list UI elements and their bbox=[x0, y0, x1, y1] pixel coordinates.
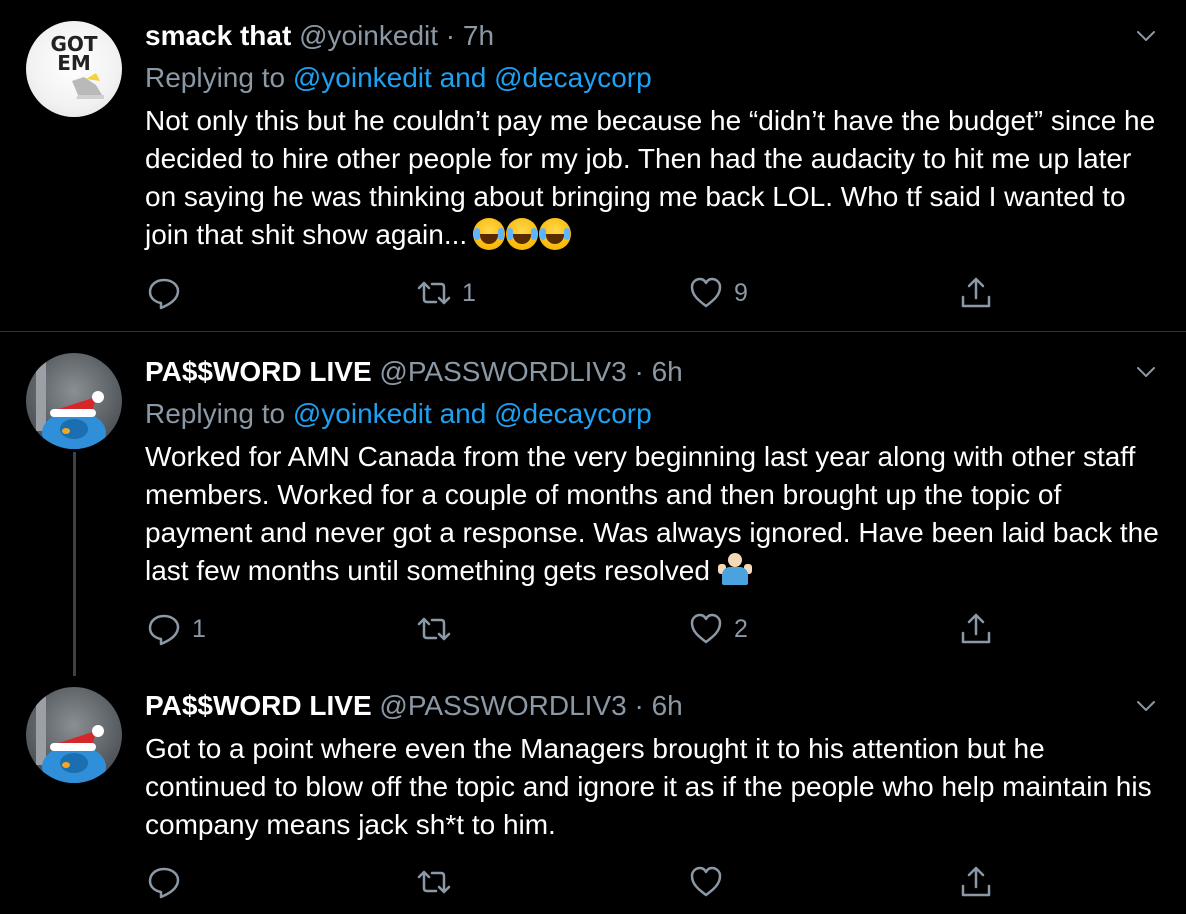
penguin-santa-hat-image bbox=[36, 361, 106, 449]
tweet-text-content: Got to a point where even the Managers b… bbox=[145, 733, 1152, 840]
user-handle[interactable]: @PASSWORDLIV3 bbox=[379, 356, 626, 387]
mention-link[interactable]: @yoinkedit bbox=[293, 62, 432, 93]
like-button[interactable] bbox=[688, 862, 734, 902]
mention-and: and bbox=[439, 62, 487, 93]
replying-to: Replying to @yoinkedit and @decaycorp bbox=[145, 60, 652, 96]
separator-dot: · bbox=[634, 356, 644, 387]
replying-prefix: Replying to bbox=[145, 62, 286, 93]
like-button[interactable]: 2 bbox=[688, 609, 748, 649]
share-icon bbox=[961, 277, 991, 308]
share-button[interactable] bbox=[958, 609, 994, 649]
avatar[interactable] bbox=[26, 687, 122, 783]
tweet-text: Not only this but he couldn’t pay me bec… bbox=[145, 102, 1165, 260]
reply-bubble-icon bbox=[148, 867, 180, 899]
timestamp[interactable]: 6h bbox=[652, 356, 683, 387]
heart-icon bbox=[690, 613, 722, 644]
mention-and: and bbox=[439, 398, 487, 429]
timestamp[interactable]: 6h bbox=[652, 690, 683, 721]
retweet-button[interactable]: 1 bbox=[416, 273, 476, 313]
avatar[interactable]: GOT EM bbox=[26, 21, 122, 117]
chevron-down-icon[interactable] bbox=[1134, 694, 1158, 718]
laughing-emoji-icon bbox=[473, 218, 572, 260]
tweet-text: Got to a point where even the Managers b… bbox=[145, 730, 1165, 844]
mention-link[interactable]: @yoinkedit bbox=[293, 398, 432, 429]
user-handle[interactable]: @PASSWORDLIV3 bbox=[379, 690, 626, 721]
replying-to: Replying to @yoinkedit and @decaycorp bbox=[145, 396, 652, 432]
reply-button[interactable] bbox=[146, 862, 192, 902]
avatar[interactable] bbox=[26, 353, 122, 449]
reply-bubble-icon bbox=[148, 614, 180, 646]
share-icon bbox=[961, 866, 991, 897]
tweet-text: Worked for AMN Canada from the very begi… bbox=[145, 438, 1165, 590]
like-count: 2 bbox=[734, 614, 748, 643]
retweet-icon bbox=[417, 281, 451, 305]
reply-bubble-icon bbox=[148, 278, 180, 310]
tweet-header: PA$$WORD LIVE @PASSWORDLIV3 · 6h bbox=[145, 354, 683, 390]
heart-icon bbox=[690, 866, 722, 897]
tweet[interactable]: GOT EM smack that @yoinkedit · 7h Replyi… bbox=[0, 0, 1186, 331]
share-button[interactable] bbox=[958, 862, 994, 902]
display-name[interactable]: smack that bbox=[145, 20, 291, 51]
retweet-icon bbox=[417, 870, 451, 894]
like-button[interactable]: 9 bbox=[688, 273, 748, 313]
tweet-header: PA$$WORD LIVE @PASSWORDLIV3 · 6h bbox=[145, 688, 683, 724]
reply-button[interactable]: 1 bbox=[146, 609, 206, 649]
share-icon bbox=[961, 613, 991, 644]
tweet-actions: 1 9 bbox=[0, 273, 1186, 313]
tweet-actions bbox=[0, 862, 1186, 902]
retweet-button[interactable] bbox=[416, 609, 462, 649]
heart-icon bbox=[690, 277, 722, 308]
mention-link[interactable]: @decaycorp bbox=[494, 62, 652, 93]
penguin-santa-hat-image bbox=[36, 695, 106, 783]
tweet-text-content: Not only this but he couldn’t pay me bec… bbox=[145, 105, 1156, 250]
chevron-down-icon[interactable] bbox=[1134, 24, 1158, 48]
tweet-actions: 1 2 bbox=[0, 609, 1186, 649]
tweet-thread: GOT EM smack that @yoinkedit · 7h Replyi… bbox=[0, 0, 1186, 914]
shrug-emoji-icon bbox=[717, 552, 752, 586]
separator-dot: · bbox=[634, 690, 644, 721]
mention-link[interactable]: @decaycorp bbox=[494, 398, 652, 429]
reply-count: 1 bbox=[192, 614, 206, 643]
replying-prefix: Replying to bbox=[145, 398, 286, 429]
tweet[interactable]: PA$$WORD LIVE @PASSWORDLIV3 · 6h Replyin… bbox=[0, 332, 1186, 676]
sneaker-image bbox=[72, 73, 104, 99]
tweet-header: smack that @yoinkedit · 7h bbox=[145, 18, 494, 54]
timestamp[interactable]: 7h bbox=[463, 20, 494, 51]
chevron-down-icon[interactable] bbox=[1134, 360, 1158, 384]
tweet[interactable]: PA$$WORD LIVE @PASSWORDLIV3 · 6h Got to … bbox=[0, 666, 1186, 914]
retweet-button[interactable] bbox=[416, 862, 462, 902]
like-count: 9 bbox=[734, 278, 748, 307]
reply-button[interactable] bbox=[146, 273, 192, 313]
share-button[interactable] bbox=[958, 273, 994, 313]
tweet-text-content: Worked for AMN Canada from the very begi… bbox=[145, 441, 1159, 586]
user-handle[interactable]: @yoinkedit bbox=[299, 20, 438, 51]
retweet-count: 1 bbox=[462, 278, 476, 307]
display-name[interactable]: PA$$WORD LIVE bbox=[145, 690, 372, 721]
display-name[interactable]: PA$$WORD LIVE bbox=[145, 356, 372, 387]
retweet-icon bbox=[417, 617, 451, 641]
separator-dot: · bbox=[445, 20, 456, 51]
